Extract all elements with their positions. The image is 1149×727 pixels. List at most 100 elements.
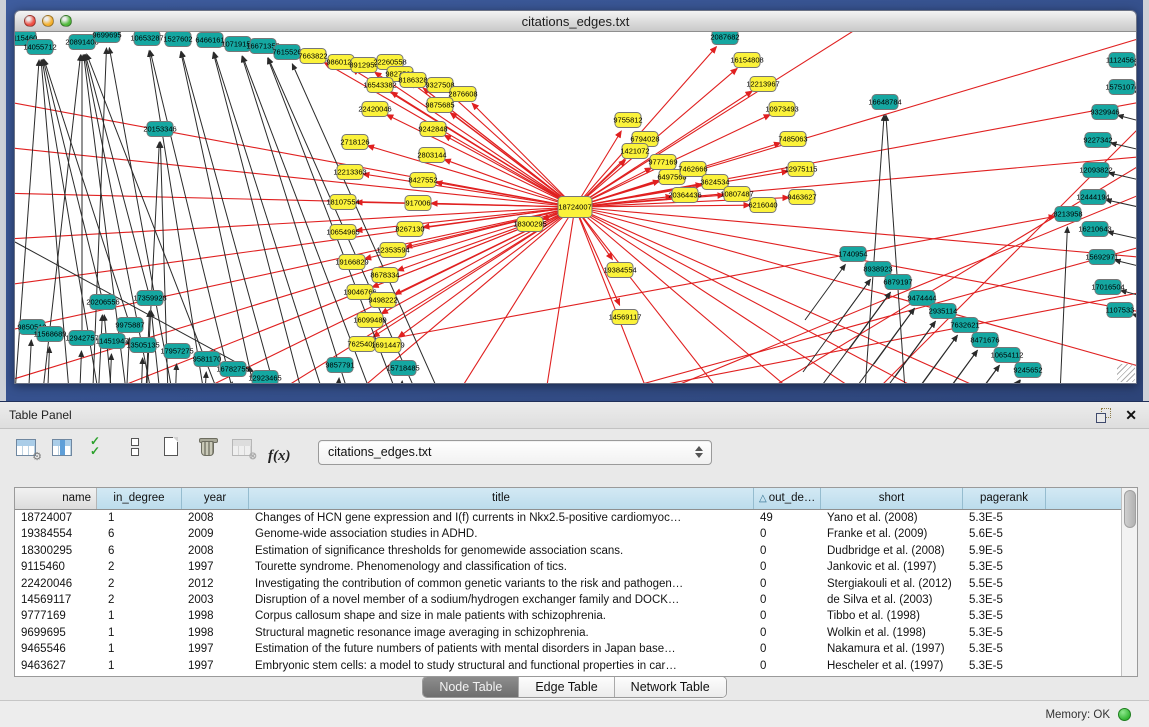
graph-node[interactable]: 16648784 — [868, 95, 901, 110]
graph-node[interactable]: 2935114 — [929, 304, 958, 319]
cell-short[interactable]: Wolkin et al. (1998) — [821, 625, 963, 641]
graph-node[interactable]: 15751074 — [1105, 80, 1136, 95]
column-header-pagerank[interactable]: pagerank — [963, 488, 1046, 509]
cell-title[interactable]: Estimation of the future numbers of pati… — [249, 641, 754, 657]
graph-node[interactable]: 917006 — [405, 196, 431, 211]
graph-node[interactable]: 13505135 — [126, 338, 159, 353]
cell-pagerank[interactable]: 5.3E-5 — [963, 608, 1046, 624]
graph-node[interactable]: 12923465 — [248, 371, 281, 384]
cell-short[interactable]: Franke et al. (2009) — [821, 526, 963, 542]
graph-node[interactable]: 8427552 — [408, 173, 437, 188]
cell-pagerank[interactable]: 5.6E-5 — [963, 526, 1046, 542]
graph-node[interactable]: 8678334 — [370, 268, 399, 283]
cell-name[interactable]: 9465546 — [15, 641, 97, 657]
cell-year[interactable]: 1998 — [182, 608, 249, 624]
cell-in_degree[interactable]: 2 — [97, 592, 182, 608]
close-panel-icon[interactable]: ✕ — [1125, 408, 1137, 422]
graph-node[interactable]: 7663822 — [298, 49, 327, 64]
graph-node[interactable]: 7485063 — [778, 132, 807, 147]
graph-node[interactable]: 16154808 — [730, 53, 763, 68]
show-columns-icon[interactable] — [52, 436, 76, 460]
table-row[interactable]: 969969511998Structural magnetic resonanc… — [15, 625, 1121, 641]
cell-in_degree[interactable]: 1 — [97, 625, 182, 641]
graph-node[interactable]: 20153346 — [143, 122, 176, 137]
graph-node[interactable]: 20206556 — [86, 295, 119, 310]
graph-node[interactable]: 12213363 — [333, 165, 366, 180]
cell-out_degree[interactable]: 0 — [754, 526, 821, 542]
graph-node[interactable]: 2087682 — [710, 32, 739, 45]
graph-node[interactable]: 9227342 — [1083, 133, 1112, 148]
graph-node[interactable]: 2718126 — [340, 135, 369, 150]
graph-node[interactable]: 1527602 — [163, 32, 192, 47]
cell-out_degree[interactable]: 49 — [754, 510, 821, 526]
graph-node[interactable]: 22420046 — [358, 102, 391, 117]
cell-name[interactable]: 22420046 — [15, 576, 97, 592]
graph-node[interactable]: 9755812 — [613, 113, 642, 128]
column-header-out_degree[interactable]: △out_de… — [754, 488, 821, 509]
cell-name[interactable]: 9699695 — [15, 625, 97, 641]
graph-node[interactable]: 9329946 — [1090, 105, 1119, 120]
graph-node[interactable]: 1421072 — [620, 144, 649, 159]
graph-node[interactable]: 12975115 — [785, 162, 818, 177]
graph-node[interactable]: 1107533 — [1106, 303, 1135, 318]
cell-year[interactable]: 2009 — [182, 526, 249, 542]
cell-out_degree[interactable]: 0 — [754, 625, 821, 641]
cell-name[interactable]: 9115460 — [15, 559, 97, 575]
cell-pagerank[interactable]: 5.3E-5 — [963, 510, 1046, 526]
graph-node[interactable]: 12093822 — [1079, 163, 1112, 178]
table-selector-dropdown[interactable]: citations_edges.txt — [318, 440, 712, 465]
cell-in_degree[interactable]: 2 — [97, 576, 182, 592]
graph-node[interactable]: 9875685 — [425, 98, 454, 113]
cell-name[interactable]: 19384554 — [15, 526, 97, 542]
column-header-short[interactable]: short — [821, 488, 963, 509]
graph-node[interactable]: 11451947 — [96, 334, 129, 349]
delete-table-icon[interactable]: ⊗ — [232, 436, 256, 460]
graph-node[interactable]: 17016504 — [1091, 280, 1124, 295]
tab-node-table[interactable]: Node Table — [423, 677, 519, 697]
cell-pagerank[interactable]: 5.3E-5 — [963, 625, 1046, 641]
cell-title[interactable]: Investigating the contribution of common… — [249, 576, 754, 592]
cell-out_degree[interactable]: 0 — [754, 576, 821, 592]
cell-short[interactable]: Yano et al. (2008) — [821, 510, 963, 526]
cell-year[interactable]: 1997 — [182, 641, 249, 657]
tab-edge-table[interactable]: Edge Table — [519, 677, 614, 697]
cell-pagerank[interactable]: 5.3E-5 — [963, 658, 1046, 674]
cell-short[interactable]: Tibbo et al. (1998) — [821, 608, 963, 624]
graph-node[interactable]: 16914479 — [371, 338, 404, 353]
table-row[interactable]: 1938455462009Genome-wide association stu… — [15, 526, 1121, 542]
table-row[interactable]: 1456911722003Disruption of a novel membe… — [15, 592, 1121, 608]
graph-node[interactable]: 19384554 — [603, 263, 636, 278]
cell-year[interactable]: 2012 — [182, 576, 249, 592]
graph-node[interactable]: 9975887 — [115, 318, 144, 333]
graph-node[interactable]: 18107554 — [326, 195, 359, 210]
cell-name[interactable]: 18300295 — [15, 543, 97, 559]
table-row[interactable]: 1872400712008Changes of HCN gene express… — [15, 510, 1121, 526]
cell-year[interactable]: 1998 — [182, 625, 249, 641]
graph-node[interactable]: 11124564 — [1106, 53, 1136, 68]
graph-node[interactable]: 8213958 — [1053, 207, 1082, 222]
select-all-icon[interactable]: ✓ ✓ — [88, 436, 112, 460]
graph-node[interactable]: 9498222 — [368, 293, 397, 308]
graph-node[interactable]: 2803144 — [417, 148, 446, 163]
cell-name[interactable]: 14569117 — [15, 592, 97, 608]
graph-node[interactable]: 16782759 — [216, 362, 249, 377]
cell-name[interactable]: 18724007 — [15, 510, 97, 526]
cell-title[interactable]: Disruption of a novel member of a sodium… — [249, 592, 754, 608]
function-icon[interactable]: f(x) — [268, 444, 302, 468]
graph-node[interactable]: 19166829 — [335, 255, 368, 270]
graph-node[interactable]: 9474444 — [907, 291, 936, 306]
graph-node[interactable]: 14055712 — [23, 40, 56, 55]
table-row[interactable]: 977716911998Corpus callosum shape and si… — [15, 608, 1121, 624]
graph-node[interactable]: 16543382 — [363, 78, 396, 93]
cell-short[interactable]: de Silva et al. (2003) — [821, 592, 963, 608]
column-header-in_degree[interactable]: in_degree — [97, 488, 182, 509]
graph-node[interactable]: 11568689 — [34, 327, 67, 342]
cell-out_degree[interactable]: 0 — [754, 658, 821, 674]
cell-title[interactable]: Embryonic stem cells: a model to study s… — [249, 658, 754, 674]
cell-title[interactable]: Estimation of significance thresholds fo… — [249, 543, 754, 559]
cell-title[interactable]: Structural magnetic resonance image aver… — [249, 625, 754, 641]
graph-node[interactable]: 8471676 — [970, 333, 999, 348]
graph-node[interactable]: 18300295 — [513, 217, 546, 232]
cell-pagerank[interactable]: 5.3E-5 — [963, 592, 1046, 608]
graph-node[interactable]: 9463627 — [787, 190, 816, 205]
